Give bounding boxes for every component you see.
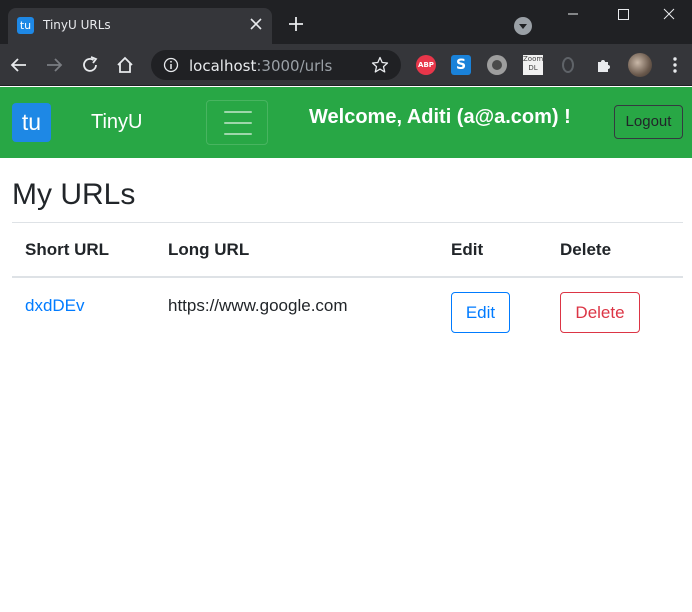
s-extension-icon[interactable]: S <box>451 55 471 75</box>
welcome-message: Welcome, Aditi (a@a.com) ! <box>309 106 571 128</box>
new-tab-plus-icon[interactable] <box>285 13 307 35</box>
long-url-text: https://www.google.com <box>168 296 348 315</box>
address-url: localhost:3000/urls <box>189 57 332 75</box>
zoom-dl-icon[interactable]: Zoom DL <box>523 55 543 75</box>
tab-favicon-icon: tu <box>17 17 34 34</box>
url-path: :3000/urls <box>256 57 333 75</box>
close-window-icon[interactable] <box>646 0 692 30</box>
adblock-plus-icon[interactable]: ABP <box>416 55 436 75</box>
brand-name[interactable]: TinyU <box>91 111 142 134</box>
browser-tab-strip: tu TinyU URLs <box>0 0 692 44</box>
bookmark-star-icon[interactable] <box>371 56 389 74</box>
app-navbar: tu TinyU Welcome, Aditi (a@a.com) ! Logo… <box>0 87 692 158</box>
short-url-link[interactable]: dxdDEv <box>25 296 85 316</box>
circle-extension-icon[interactable] <box>487 55 507 75</box>
logout-button[interactable]: Logout <box>614 105 683 139</box>
column-header-short-url: Short URL <box>25 240 110 259</box>
divider <box>12 222 683 223</box>
navbar-toggler-button[interactable] <box>206 100 268 145</box>
hamburger-bar <box>224 133 252 135</box>
hamburger-bar <box>224 111 252 113</box>
forward-arrow-icon[interactable] <box>43 54 65 76</box>
url-host: localhost <box>189 57 257 75</box>
browser-tab[interactable]: tu TinyU URLs <box>8 8 272 44</box>
column-header-delete: Delete <box>560 240 612 259</box>
hamburger-bar <box>224 122 252 124</box>
ghost-extension-icon[interactable] <box>562 57 574 73</box>
brand-logo[interactable]: tu <box>12 103 51 142</box>
page-title: My URLs <box>12 178 136 211</box>
column-header-edit: Edit <box>451 240 484 259</box>
tab-close-icon[interactable] <box>246 14 266 34</box>
reload-icon[interactable] <box>79 54 101 76</box>
profile-avatar-icon[interactable] <box>628 53 652 77</box>
delete-button[interactable]: Delete <box>560 292 640 333</box>
column-header-long-url: Long URL <box>168 240 250 259</box>
tab-title: TinyU URLs <box>43 18 111 32</box>
maximize-window-icon[interactable] <box>600 0 646 30</box>
more-menu-icon[interactable] <box>668 56 682 74</box>
browser-toolbar: localhost:3000/urls ABP S Zoom DL <box>0 44 692 86</box>
tab-search-dropdown-icon[interactable] <box>514 17 532 35</box>
edit-button[interactable]: Edit <box>451 292 510 333</box>
back-arrow-icon[interactable] <box>8 54 30 76</box>
address-bar[interactable]: localhost:3000/urls <box>151 50 401 80</box>
table-header-divider <box>12 276 683 278</box>
puzzle-extensions-icon[interactable] <box>594 55 614 75</box>
home-icon[interactable] <box>114 54 136 76</box>
minimize-window-icon[interactable] <box>550 0 596 30</box>
site-info-icon[interactable] <box>163 57 179 73</box>
